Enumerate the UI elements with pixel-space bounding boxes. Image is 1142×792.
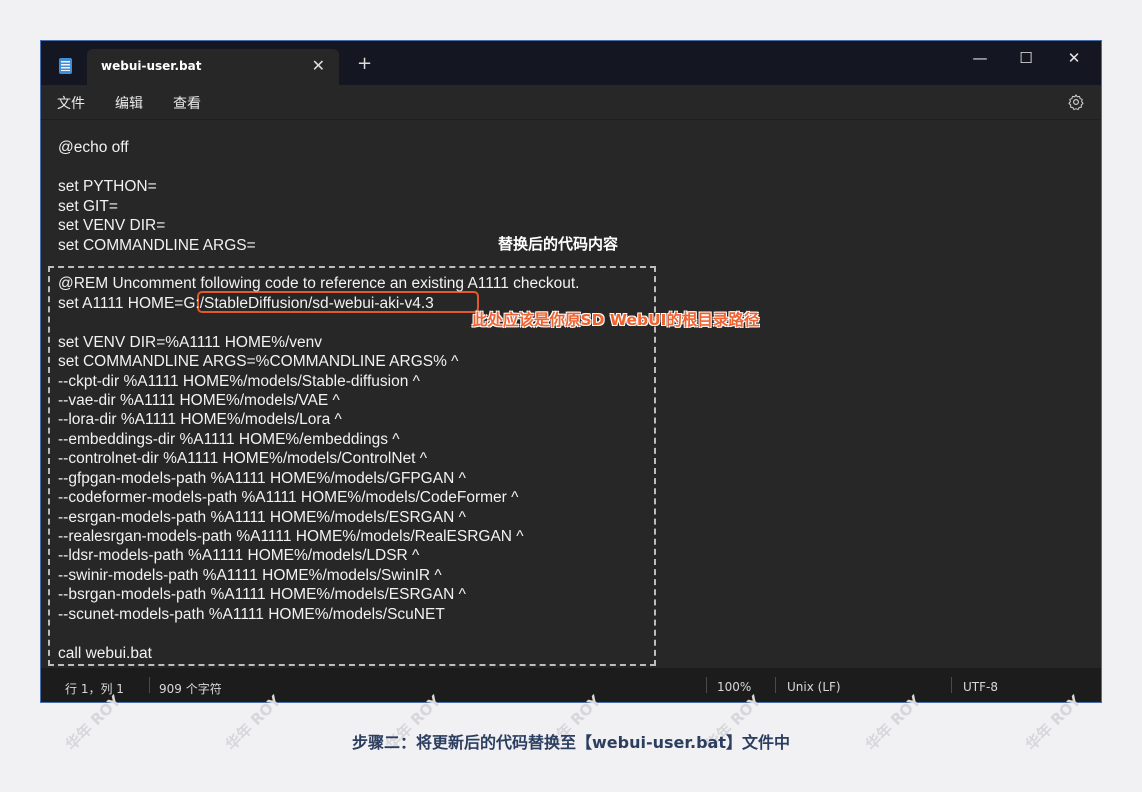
code-line: --esrgan-models-path %A1111 HOME%/models… — [58, 509, 466, 526]
text-editor[interactable]: @echo off set PYTHON= set GIT= set VENV DIR… — [41, 120, 1101, 666]
notepad-icon — [59, 58, 72, 74]
tab-close-icon[interactable]: ✕ — [312, 56, 325, 75]
settings-gear-icon[interactable] — [1067, 93, 1085, 111]
tab-title: webui-user.bat — [101, 59, 202, 73]
maximize-button[interactable]: ☐ — [1003, 45, 1049, 71]
code-line: set VENV DIR= — [58, 217, 166, 234]
code-line: call webui.bat — [58, 645, 152, 662]
title-bar[interactable]: webui-user.bat ✕ + — ☐ ✕ — [41, 41, 1101, 85]
menu-view[interactable]: 查看 — [173, 93, 201, 113]
code-line: --lora-dir %A1111 HOME%/models/Lora ^ — [58, 411, 342, 428]
code-line: set A1111 HOME=G:/StableDiffusion/sd-web… — [58, 295, 434, 312]
code-line: @echo off — [58, 139, 129, 156]
menu-edit[interactable]: 编辑 — [115, 93, 143, 113]
close-button[interactable]: ✕ — [1051, 45, 1097, 71]
code-line: set PYTHON= — [58, 178, 157, 195]
step-caption: 步骤二：将更新后的代码替换至【webui-user.bat】文件中 — [352, 733, 790, 752]
menu-bar: 文件 编辑 查看 — [41, 85, 1101, 120]
new-tab-button[interactable]: + — [357, 55, 372, 73]
code-line: set COMMANDLINE ARGS=%COMMANDLINE ARGS% … — [58, 353, 459, 370]
code-line: --realesrgan-models-path %A1111 HOME%/mo… — [58, 528, 524, 545]
code-line: --vae-dir %A1111 HOME%/models/VAE ^ — [58, 392, 340, 409]
tab-webui-user-bat[interactable]: webui-user.bat ✕ — [87, 49, 339, 85]
status-zoom[interactable]: 100% — [717, 680, 751, 694]
notepad-window: webui-user.bat ✕ + — ☐ ✕ 文件 编辑 查看 @echo … — [40, 40, 1102, 703]
menu-file[interactable]: 文件 — [57, 93, 85, 113]
status-encoding[interactable]: UTF-8 — [963, 680, 998, 694]
annotation-replaced-content: 替换后的代码内容 — [498, 235, 619, 253]
code-line: --bsrgan-models-path %A1111 HOME%/models… — [58, 586, 466, 603]
code-line: --codeformer-models-path %A1111 HOME%/mo… — [58, 489, 519, 506]
status-bar: 行 1，列 1 909 个字符 100% Unix (LF) UTF-8 — [41, 668, 1101, 702]
code-line: --ldsr-models-path %A1111 HOME%/models/L… — [58, 547, 420, 564]
code-line: set GIT= — [58, 198, 118, 215]
code-line: --ckpt-dir %A1111 HOME%/models/Stable-di… — [58, 373, 420, 390]
annotation-path-note: 此处应该是你原SD WebUI的根目录路径 — [472, 311, 760, 329]
status-line-ending[interactable]: Unix (LF) — [787, 680, 841, 694]
code-line: --swinir-models-path %A1111 HOME%/models… — [58, 567, 442, 584]
code-line: --scunet-models-path %A1111 HOME%/models… — [58, 606, 445, 623]
code-line: --embeddings-dir %A1111 HOME%/embeddings… — [58, 431, 400, 448]
minimize-button[interactable]: — — [957, 45, 1003, 71]
code-line: set COMMANDLINE ARGS= — [58, 237, 256, 254]
code-line: @REM Uncomment following code to referen… — [58, 275, 580, 292]
code-line: --gfpgan-models-path %A1111 HOME%/models… — [58, 470, 466, 487]
code-line: set VENV DIR=%A1111 HOME%/venv — [58, 334, 323, 351]
status-char-count: 909 个字符 — [159, 682, 222, 696]
code-line: --controlnet-dir %A1111 HOME%/models/Con… — [58, 450, 428, 467]
